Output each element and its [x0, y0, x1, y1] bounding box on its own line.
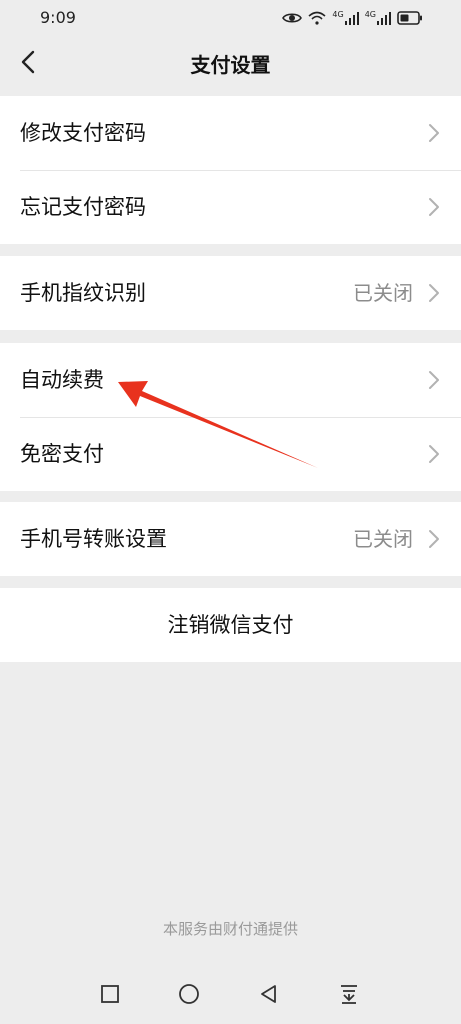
status-icons: 4G 4G — [282, 8, 423, 28]
phone-transfer-settings-item[interactable]: 手机号转账设置 已关闭 — [0, 502, 461, 576]
settings-group-transfer: 手机号转账设置 已关闭 — [0, 502, 461, 576]
chevron-right-icon — [427, 197, 441, 217]
status-value: 已关闭 — [353, 281, 413, 305]
footer-provider-note: 本服务由财付通提供 — [162, 920, 298, 938]
back-button[interactable] — [14, 50, 42, 78]
battery-icon — [397, 11, 423, 25]
row-label: 忘记支付密码 — [20, 195, 146, 219]
settings-group-password: 修改支付密码 忘记支付密码 — [0, 96, 461, 244]
chevron-right-icon — [427, 529, 441, 549]
wifi-icon — [308, 11, 326, 25]
chevron-right-icon — [427, 283, 441, 303]
page-title: 支付设置 — [190, 53, 271, 77]
notification-drawer-button[interactable] — [337, 984, 361, 1008]
notification-drawer-icon — [339, 983, 359, 1009]
header-bar: 支付设置 — [0, 36, 461, 94]
recent-apps-icon — [100, 984, 120, 1008]
system-back-button[interactable] — [257, 984, 281, 1008]
row-label: 手机指纹识别 — [20, 281, 146, 305]
password-free-pay-item[interactable]: 免密支付 — [0, 417, 461, 491]
settings-group-fingerprint: 手机指纹识别 已关闭 — [0, 256, 461, 330]
chevron-left-icon — [21, 50, 35, 78]
chevron-right-icon — [427, 370, 441, 390]
home-icon — [178, 983, 200, 1009]
settings-group-deregister: 注销微信支付 — [0, 588, 461, 662]
change-pay-password-item[interactable]: 修改支付密码 — [0, 96, 461, 170]
row-label: 修改支付密码 — [20, 121, 146, 145]
chevron-right-icon — [427, 444, 441, 464]
eye-icon — [282, 11, 303, 25]
fingerprint-item[interactable]: 手机指纹识别 已关闭 — [0, 256, 461, 330]
settings-group-auto-pay: 自动续费 免密支付 — [0, 343, 461, 491]
row-label: 自动续费 — [20, 368, 104, 392]
row-label: 免密支付 — [20, 442, 104, 466]
auto-renewal-item[interactable]: 自动续费 — [0, 343, 461, 417]
forgot-pay-password-item[interactable]: 忘记支付密码 — [0, 170, 461, 244]
status-value: 已关闭 — [353, 527, 413, 551]
recent-apps-button[interactable] — [98, 984, 122, 1008]
deregister-wechat-pay-button[interactable]: 注销微信支付 — [0, 588, 461, 662]
status-bar: 9:09 4G 4G — [0, 0, 461, 36]
signal-4g-icon: 4G — [332, 11, 359, 25]
back-icon — [259, 984, 279, 1008]
row-label: 手机号转账设置 — [20, 527, 167, 551]
chevron-right-icon — [427, 123, 441, 143]
home-button[interactable] — [177, 984, 201, 1008]
status-time: 9:09 — [40, 8, 76, 27]
signal-4g-icon: 4G — [365, 11, 391, 25]
system-nav-bar — [0, 968, 461, 1024]
